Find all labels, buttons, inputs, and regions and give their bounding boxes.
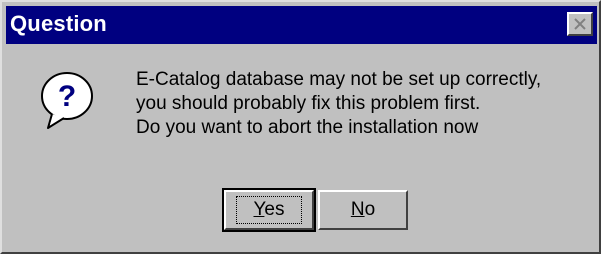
dialog-title: Question [10,11,107,36]
message-text: E-Catalog database may not be set up cor… [136,68,541,140]
close-icon [574,18,586,30]
question-icon: ? [41,72,93,129]
no-button-label: No [350,199,376,220]
message-line-2: you should probably fix this problem fir… [136,93,481,114]
title-bar[interactable]: Question [6,6,597,44]
question-glyph: ? [58,80,76,113]
no-button[interactable]: No [318,190,408,230]
yes-button[interactable]: Yes [222,188,316,232]
message-line-1: E-Catalog database may not be set up cor… [136,69,542,90]
yes-button-label: Yes [236,196,302,224]
close-button[interactable] [567,12,593,36]
message-line-3: Do you want to abort the installation no… [136,117,479,138]
question-dialog: Question ? E-Catalog database may not be… [0,0,601,254]
